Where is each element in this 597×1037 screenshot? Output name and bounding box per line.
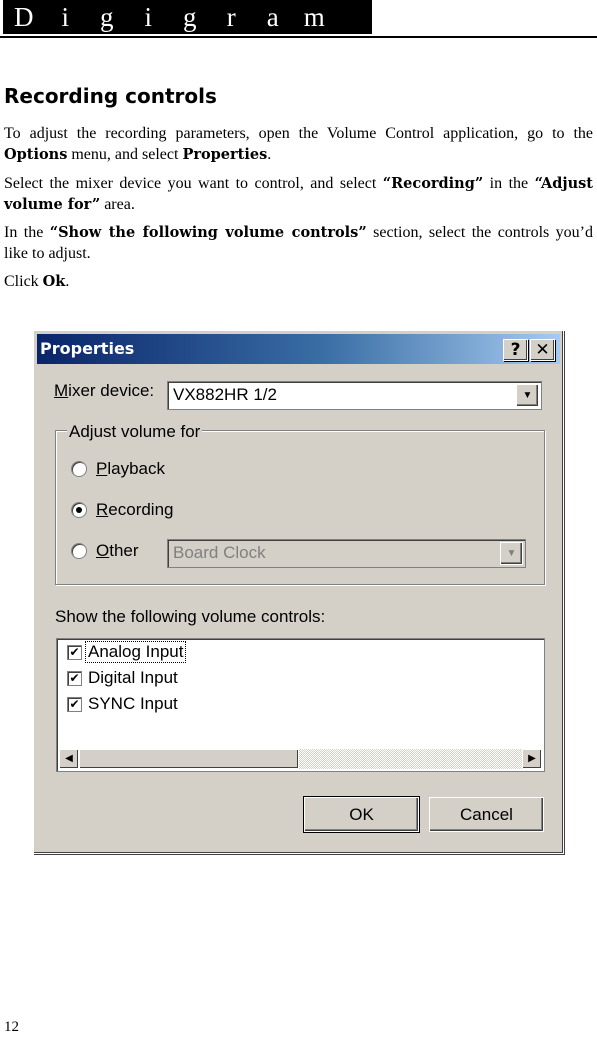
list-item-label: SYNC Input <box>88 694 178 713</box>
text: menu, and select <box>67 146 183 163</box>
brand-letter: g <box>183 1 197 32</box>
adjust-volume-label: Adjust volume for <box>67 422 203 442</box>
text: Click <box>4 273 43 290</box>
check-icon: ✔ <box>69 644 80 659</box>
text: . <box>267 146 272 163</box>
label-text: ecording <box>108 500 174 519</box>
check-icon: ✔ <box>69 696 80 711</box>
brand-letter: a <box>266 1 279 32</box>
text: Select the mixer device you want to cont… <box>4 175 383 192</box>
dialog-title: Properties <box>40 339 135 358</box>
mnemonic: R <box>96 500 109 519</box>
page-number: 12 <box>4 1019 19 1035</box>
scroll-left-button[interactable]: ◀ <box>59 749 79 769</box>
brand-letter: g <box>100 1 114 32</box>
checkbox-sync-input[interactable]: ✔ <box>67 696 82 712</box>
label-text: ixer device: <box>68 381 155 400</box>
section-title: Recording controls <box>4 84 217 108</box>
paragraph-click-ok: Click Ok. <box>4 271 593 292</box>
mixer-device-value: VX882HR 1/2 <box>173 385 277 404</box>
text: in the <box>483 175 535 192</box>
list-item-label: Analog Input <box>84 641 187 663</box>
paragraph-intro: To adjust the recording parameters, open… <box>4 123 593 165</box>
paragraph-show-controls: In the “Show the following volume contro… <box>4 222 593 264</box>
emphasis-options: Options <box>4 146 68 163</box>
brand-letter: r <box>226 1 236 32</box>
header-rule <box>0 36 597 38</box>
dialog-titlebar[interactable]: Properties ? ✕ <box>37 334 560 364</box>
arrow-right-icon: ▶ <box>528 753 536 764</box>
radio-other-label[interactable]: Other <box>96 541 139 561</box>
scroll-thumb[interactable] <box>79 749 299 769</box>
cancel-button[interactable]: Cancel <box>429 797 544 832</box>
emphasis-recording: “Recording” <box>382 175 484 192</box>
other-select: Board Clock ▼ <box>167 539 526 568</box>
arrow-left-icon: ◀ <box>65 753 73 764</box>
check-icon: ✔ <box>69 670 80 685</box>
mnemonic: O <box>96 541 110 560</box>
properties-dialog: Properties ? ✕ Mixer device: VX882HR 1/2… <box>33 330 564 854</box>
checkbox-analog-input[interactable]: ✔ <box>67 644 82 660</box>
brand-letter: i <box>61 1 69 32</box>
help-icon: ? <box>510 340 521 360</box>
other-value: Board Clock <box>173 543 266 562</box>
mixer-device-select[interactable]: VX882HR 1/2 ▼ <box>167 381 542 410</box>
emphasis-properties: Properties <box>182 146 268 163</box>
checkbox-digital-input[interactable]: ✔ <box>67 670 82 686</box>
label-text: ther <box>109 541 139 560</box>
text: . <box>65 273 70 290</box>
text: area. <box>100 196 135 213</box>
controls-label: Show the following volume controls: <box>55 607 326 626</box>
list-item-label: Digital Input <box>88 668 178 687</box>
chevron-down-icon: ▼ <box>500 542 523 565</box>
list-item[interactable]: ✔ Analog Input <box>67 641 187 663</box>
brand-letter: m <box>303 1 325 32</box>
mixer-device-label: Mixer device: <box>54 381 154 401</box>
help-button[interactable]: ? <box>503 339 528 361</box>
radio-recording[interactable] <box>71 502 87 518</box>
radio-playback-label[interactable]: Playback <box>96 459 165 479</box>
paragraph-select-device: Select the mixer device you want to cont… <box>4 173 593 215</box>
horizontal-scrollbar[interactable]: ◀ ▶ <box>59 749 542 769</box>
radio-other[interactable] <box>71 543 87 559</box>
ok-button[interactable]: OK <box>303 796 420 833</box>
emphasis-show-controls: “Show the following volume controls” <box>49 224 367 241</box>
close-icon: ✕ <box>535 340 550 360</box>
brand-letter: D <box>14 1 34 32</box>
radio-playback[interactable] <box>71 461 87 477</box>
emphasis-ok: Ok <box>42 273 66 290</box>
mnemonic: M <box>54 381 69 400</box>
list-item[interactable]: ✔ SYNC Input <box>67 693 180 715</box>
label-text: layback <box>107 459 165 478</box>
scroll-right-button[interactable]: ▶ <box>522 749 542 769</box>
chevron-down-icon[interactable]: ▼ <box>516 384 539 407</box>
brand-letter: i <box>144 1 152 32</box>
list-item[interactable]: ✔ Digital Input <box>67 667 180 689</box>
close-button[interactable]: ✕ <box>530 339 555 361</box>
radio-recording-label[interactable]: Recording <box>96 500 174 520</box>
text: In the <box>4 224 50 241</box>
text: To adjust the recording parameters, open… <box>4 125 593 142</box>
brand-header: Digigram <box>3 0 372 34</box>
mnemonic: P <box>96 459 108 478</box>
volume-controls-list[interactable]: ✔ Analog Input ✔ Digital Input ✔ SYNC In… <box>56 638 545 772</box>
